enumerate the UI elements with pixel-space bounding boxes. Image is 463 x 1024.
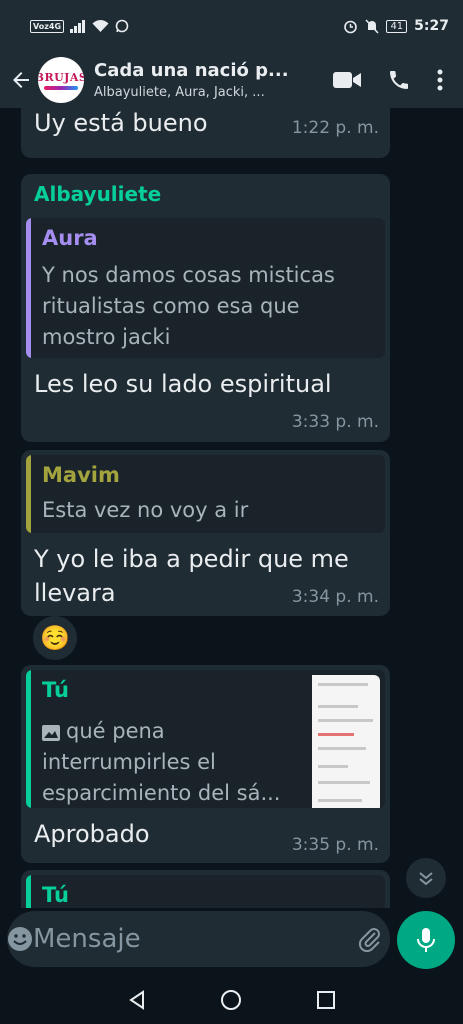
quote-bar <box>26 875 31 908</box>
more-options-icon[interactable] <box>437 69 443 91</box>
mute-icon <box>365 18 379 34</box>
message-bubble[interactable]: Uy está bueno 1:22 p. m. <box>21 108 390 158</box>
scroll-down-icon <box>419 872 433 886</box>
status-bar: Voz4G 41 5:27 <box>0 0 463 52</box>
chat-title[interactable]: Cada una nació p... <box>94 60 319 81</box>
system-navigation-bar <box>0 975 463 1024</box>
status-time: 5:27 <box>414 18 449 34</box>
chat-info[interactable]: Cada una nació p... Albayuliete, Aura, J… <box>94 60 319 100</box>
quote-author: Tú <box>42 883 69 907</box>
quote-text-line: mostro jacki <box>42 325 171 349</box>
emoji-message[interactable]: ☺️ <box>33 616 77 660</box>
attach-icon[interactable] <box>357 926 383 952</box>
avatar-brand-text: BRUJAS <box>38 70 84 84</box>
quote-text-line: Esta vez no voy a ir <box>42 498 249 522</box>
quoted-image-thumbnail <box>312 675 380 808</box>
message-composer <box>7 911 428 967</box>
quoted-message[interactable]: Tú <box>26 875 385 908</box>
message-bubble[interactable]: Tú qué pena interrumpirles el esparcimie… <box>21 665 390 863</box>
chat-area[interactable]: Uy está bueno 1:22 p. m. Albayuliete Aur… <box>0 108 463 908</box>
video-call-icon[interactable] <box>333 70 361 90</box>
quote-text-line: ritualistas como esa que <box>42 294 300 318</box>
scroll-down-button[interactable] <box>406 858 446 898</box>
nav-recents-icon[interactable] <box>316 990 336 1010</box>
quote-text-line: interrumpirles el <box>42 750 216 774</box>
alarm-icon <box>344 20 358 33</box>
chat-header: BRUJAS Cada una nació p... Albayuliete, … <box>0 52 463 108</box>
back-button[interactable] <box>4 52 38 108</box>
nav-home-icon[interactable] <box>220 989 242 1011</box>
avatar-stripe <box>44 85 78 90</box>
quote-author: Tú <box>42 678 69 702</box>
message-text: Aprobado <box>34 820 150 848</box>
message-time: 3:35 p. m. <box>291 835 379 855</box>
back-arrow-icon <box>13 72 29 88</box>
message-time: 3:33 p. m. <box>291 412 379 432</box>
battery-indicator: 41 <box>386 19 408 33</box>
message-input[interactable] <box>33 924 357 954</box>
emoji-button[interactable] <box>7 926 33 952</box>
quoted-message[interactable]: Mavim Esta vez no voy a ir <box>26 455 385 533</box>
quote-bar <box>26 670 31 808</box>
message-text-line: llevara <box>34 579 116 607</box>
network-tag: Voz4G <box>30 19 65 33</box>
mic-icon <box>417 928 435 952</box>
message-time: 3:34 p. m. <box>291 587 379 607</box>
nav-back-icon[interactable] <box>127 989 147 1010</box>
emoji-icon <box>8 927 32 951</box>
quote-text-line: esparcimiento del sá... <box>42 781 281 805</box>
image-icon <box>42 725 60 741</box>
chat-members[interactable]: Albayuliete, Aura, Jacki, ... <box>94 85 319 100</box>
message-text: Les leo su lado espiritual <box>34 370 332 398</box>
message-time: 1:22 p. m. <box>291 118 379 138</box>
quote-bar <box>26 455 31 533</box>
quote-author: Mavim <box>42 463 120 487</box>
message-bubble[interactable]: Albayuliete Aura Y nos damos cosas misti… <box>21 174 390 442</box>
quote-text-line: Y nos damos cosas misticas <box>42 263 335 287</box>
whatsapp-notification-icon <box>115 19 129 33</box>
quote-author: Aura <box>42 226 98 250</box>
quoted-message[interactable]: Aura Y nos damos cosas misticas ritualis… <box>26 218 385 358</box>
message-bubble[interactable]: Mavim Esta vez no voy a ir Y yo le iba a… <box>21 450 390 616</box>
message-text: Uy está bueno <box>34 109 208 137</box>
message-sender: Albayuliete <box>34 182 162 206</box>
signal-icon <box>70 19 86 33</box>
quote-bar <box>26 218 31 358</box>
voice-message-button[interactable] <box>397 911 455 969</box>
message-text-line: Y yo le iba a pedir que me <box>34 545 349 573</box>
quoted-message[interactable]: Tú qué pena interrumpirles el esparcimie… <box>26 670 385 808</box>
wifi-icon <box>92 19 109 32</box>
quote-text-line: qué pena <box>66 719 165 743</box>
message-bubble[interactable]: Tú <box>21 870 390 908</box>
phone-icon[interactable] <box>387 68 411 92</box>
group-avatar[interactable]: BRUJAS <box>38 57 84 103</box>
